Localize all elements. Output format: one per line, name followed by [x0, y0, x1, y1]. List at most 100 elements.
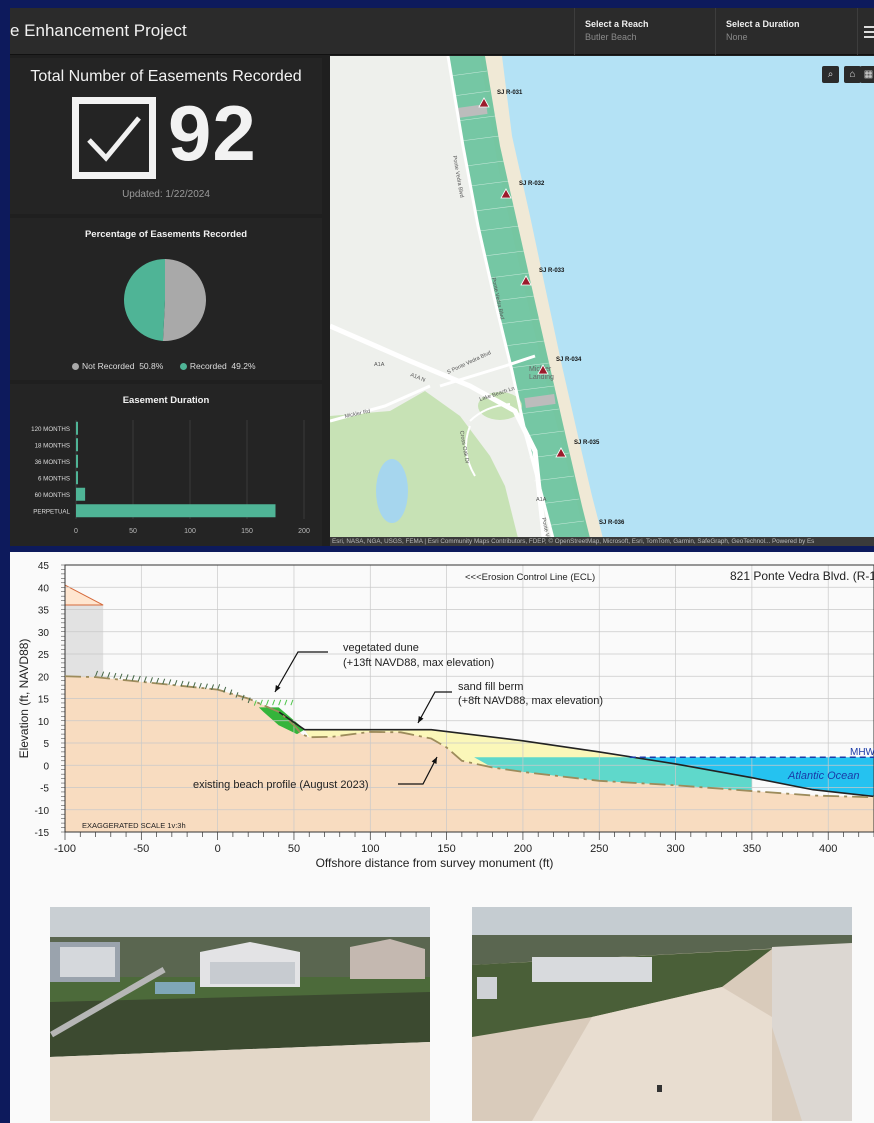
vegetation-mark: [272, 699, 276, 706]
legend-item-recorded[interactable]: Recorded 49.2%: [179, 361, 256, 371]
x-tick-label: 100: [184, 528, 196, 535]
vegetation-mark: [266, 699, 269, 706]
place-label: Landing: [529, 374, 554, 381]
bar[interactable]: [76, 471, 78, 485]
marker-label: SJ R-031: [497, 90, 523, 96]
map-attribution: Esri, NASA, NGA, USGS, FEMA | Esri Commu…: [330, 537, 874, 546]
bar[interactable]: [76, 504, 276, 518]
x-tick-label: 150: [241, 528, 253, 535]
y-axis-label: Elevation (ft, NAVD88): [17, 639, 31, 759]
legend-label: Recorded: [189, 361, 227, 371]
duration-selector-value: None: [726, 32, 748, 42]
dashboard: e Enhancement Project Select a Reach But…: [10, 8, 874, 546]
marker-label: SJ R-036: [599, 520, 625, 526]
vegetation-mark: [137, 675, 141, 682]
app-title: e Enhancement Project: [10, 21, 187, 40]
bar[interactable]: [76, 438, 78, 452]
y-tick-label: 15: [38, 695, 50, 706]
pie-chart[interactable]: [123, 258, 207, 342]
leader-line: [274, 651, 328, 693]
y-tick-label: -5: [40, 784, 49, 795]
y-tick-label: 6 MONTHS: [38, 475, 70, 482]
x-tick-label: 50: [288, 843, 300, 855]
y-tick-label: 20: [38, 672, 50, 683]
x-tick-label: 100: [361, 843, 379, 855]
duration-panel: Easement Duration 0 50 100 150 200 120 MONTHS…: [10, 384, 322, 546]
road-label: A1A: [536, 497, 547, 503]
y-tick-label: 0: [43, 761, 49, 772]
aerial-photo-before: [50, 907, 430, 1121]
bar[interactable]: [76, 487, 86, 501]
road-label: Ponte Vedra Blvd: [451, 155, 464, 198]
x-tick-label: 0: [215, 843, 221, 855]
vegetation-mark: [284, 699, 288, 706]
x-tick-label: 250: [590, 843, 608, 855]
percentage-panel: Percentage of Easements Recorded Not Rec…: [10, 218, 322, 380]
menu-icon[interactable]: [857, 8, 874, 55]
updated-date: Updated: 1/22/2024: [122, 189, 210, 200]
x-axis-label: Offshore distance from survey monument (…: [316, 856, 554, 870]
y-tick-label: 60 MONTHS: [35, 492, 70, 499]
map-canvas[interactable]: Ponte Vedra Blvd Ponte Vedra Blvd S Pont…: [330, 56, 874, 546]
checkbox-icon: [72, 97, 156, 179]
x-tick-label: -100: [54, 843, 76, 855]
document-panel: -100 -50 0 50 100 150 200 250 300 350 400 45 40 35 30 2…: [10, 552, 874, 1123]
map-view[interactable]: Ponte Vedra Blvd Ponte Vedra Blvd S Pont…: [330, 56, 874, 546]
percentage-panel-title: Percentage of Easements Recorded: [84, 229, 248, 240]
roof-icon: [64, 584, 104, 606]
y-tick-label: 5: [43, 739, 49, 750]
duration-panel-title: Easement Duration: [122, 395, 210, 406]
pie-slice-recorded[interactable]: [124, 259, 165, 341]
legend-item-not-recorded[interactable]: Not Recorded 50.8%: [72, 361, 163, 371]
chart-title: 821 Ponte Vedra Blvd. (R-19: [730, 569, 874, 583]
x-tick-label: 50: [129, 528, 137, 535]
marker-label: SJ R-032: [519, 181, 545, 187]
aerial-photo-after: [472, 907, 852, 1121]
y-tick-label: -15: [35, 828, 50, 839]
y-tick-label: 30: [38, 628, 50, 639]
x-tick-label: -50: [133, 843, 149, 855]
vegetation-mark: [278, 699, 282, 706]
lake: [376, 459, 408, 523]
y-tick-label: 45: [38, 561, 50, 572]
reach-selector-label: Select a Reach: [585, 19, 649, 29]
y-tick-label: 10: [38, 717, 50, 728]
reach-selector[interactable]: Select a Reach Butler Beach: [574, 8, 715, 55]
road-label: A1A N: [409, 372, 426, 383]
bar[interactable]: [76, 454, 78, 468]
vegetation-mark: [113, 672, 117, 679]
marker-label: SJ R-034: [556, 357, 582, 363]
ocean-label: Atlantic Ocean: [787, 770, 860, 782]
pie-slice-not-recorded[interactable]: [162, 259, 207, 341]
qr-code-icon[interactable]: ▦: [860, 66, 874, 83]
dune-label: vegetated dune: [343, 642, 419, 654]
x-tick-label: 350: [743, 843, 761, 855]
vegetation-mark: [198, 682, 202, 689]
x-tick-label: 0: [74, 528, 78, 535]
x-tick-label: 200: [298, 528, 310, 535]
vegetation-mark: [125, 674, 129, 680]
duration-selector[interactable]: Select a Duration None: [715, 8, 857, 55]
vegetation-mark: [150, 677, 153, 683]
existing-profile-label: existing beach profile (August 2023): [193, 779, 369, 791]
x-tick-label: 200: [514, 843, 532, 855]
y-tick-label: 40: [38, 583, 50, 594]
ecl-label: <<<Erosion Control Line (ECL): [465, 572, 595, 583]
marker-label: SJ R-035: [574, 440, 600, 446]
search-icon[interactable]: ⌕: [822, 66, 839, 83]
road-label: A1A: [374, 362, 385, 368]
pie-legend: Not Recorded 50.8% Recorded 49.2%: [72, 361, 256, 371]
berm-elevation-label: (+8ft NAVD88, max elevation): [458, 695, 603, 707]
vegetation-mark: [174, 679, 178, 686]
total-easements-title: Total Number of Easements Recorded: [30, 68, 302, 85]
top-bar: e Enhancement Project Select a Reach But…: [10, 8, 874, 55]
total-easements-panel: Total Number of Easements Recorded 92 Up…: [10, 58, 322, 214]
vegetation-mark: [204, 683, 208, 690]
reach-selector-value: Butler Beach: [585, 32, 637, 42]
bar[interactable]: [76, 421, 78, 435]
vegetation-mark: [290, 699, 294, 706]
legend-value: 49.2%: [231, 361, 256, 371]
y-tick-label: 18 MONTHS: [35, 442, 70, 449]
marker-label: SJ R-033: [539, 268, 565, 274]
home-icon[interactable]: ⌂: [844, 66, 861, 83]
